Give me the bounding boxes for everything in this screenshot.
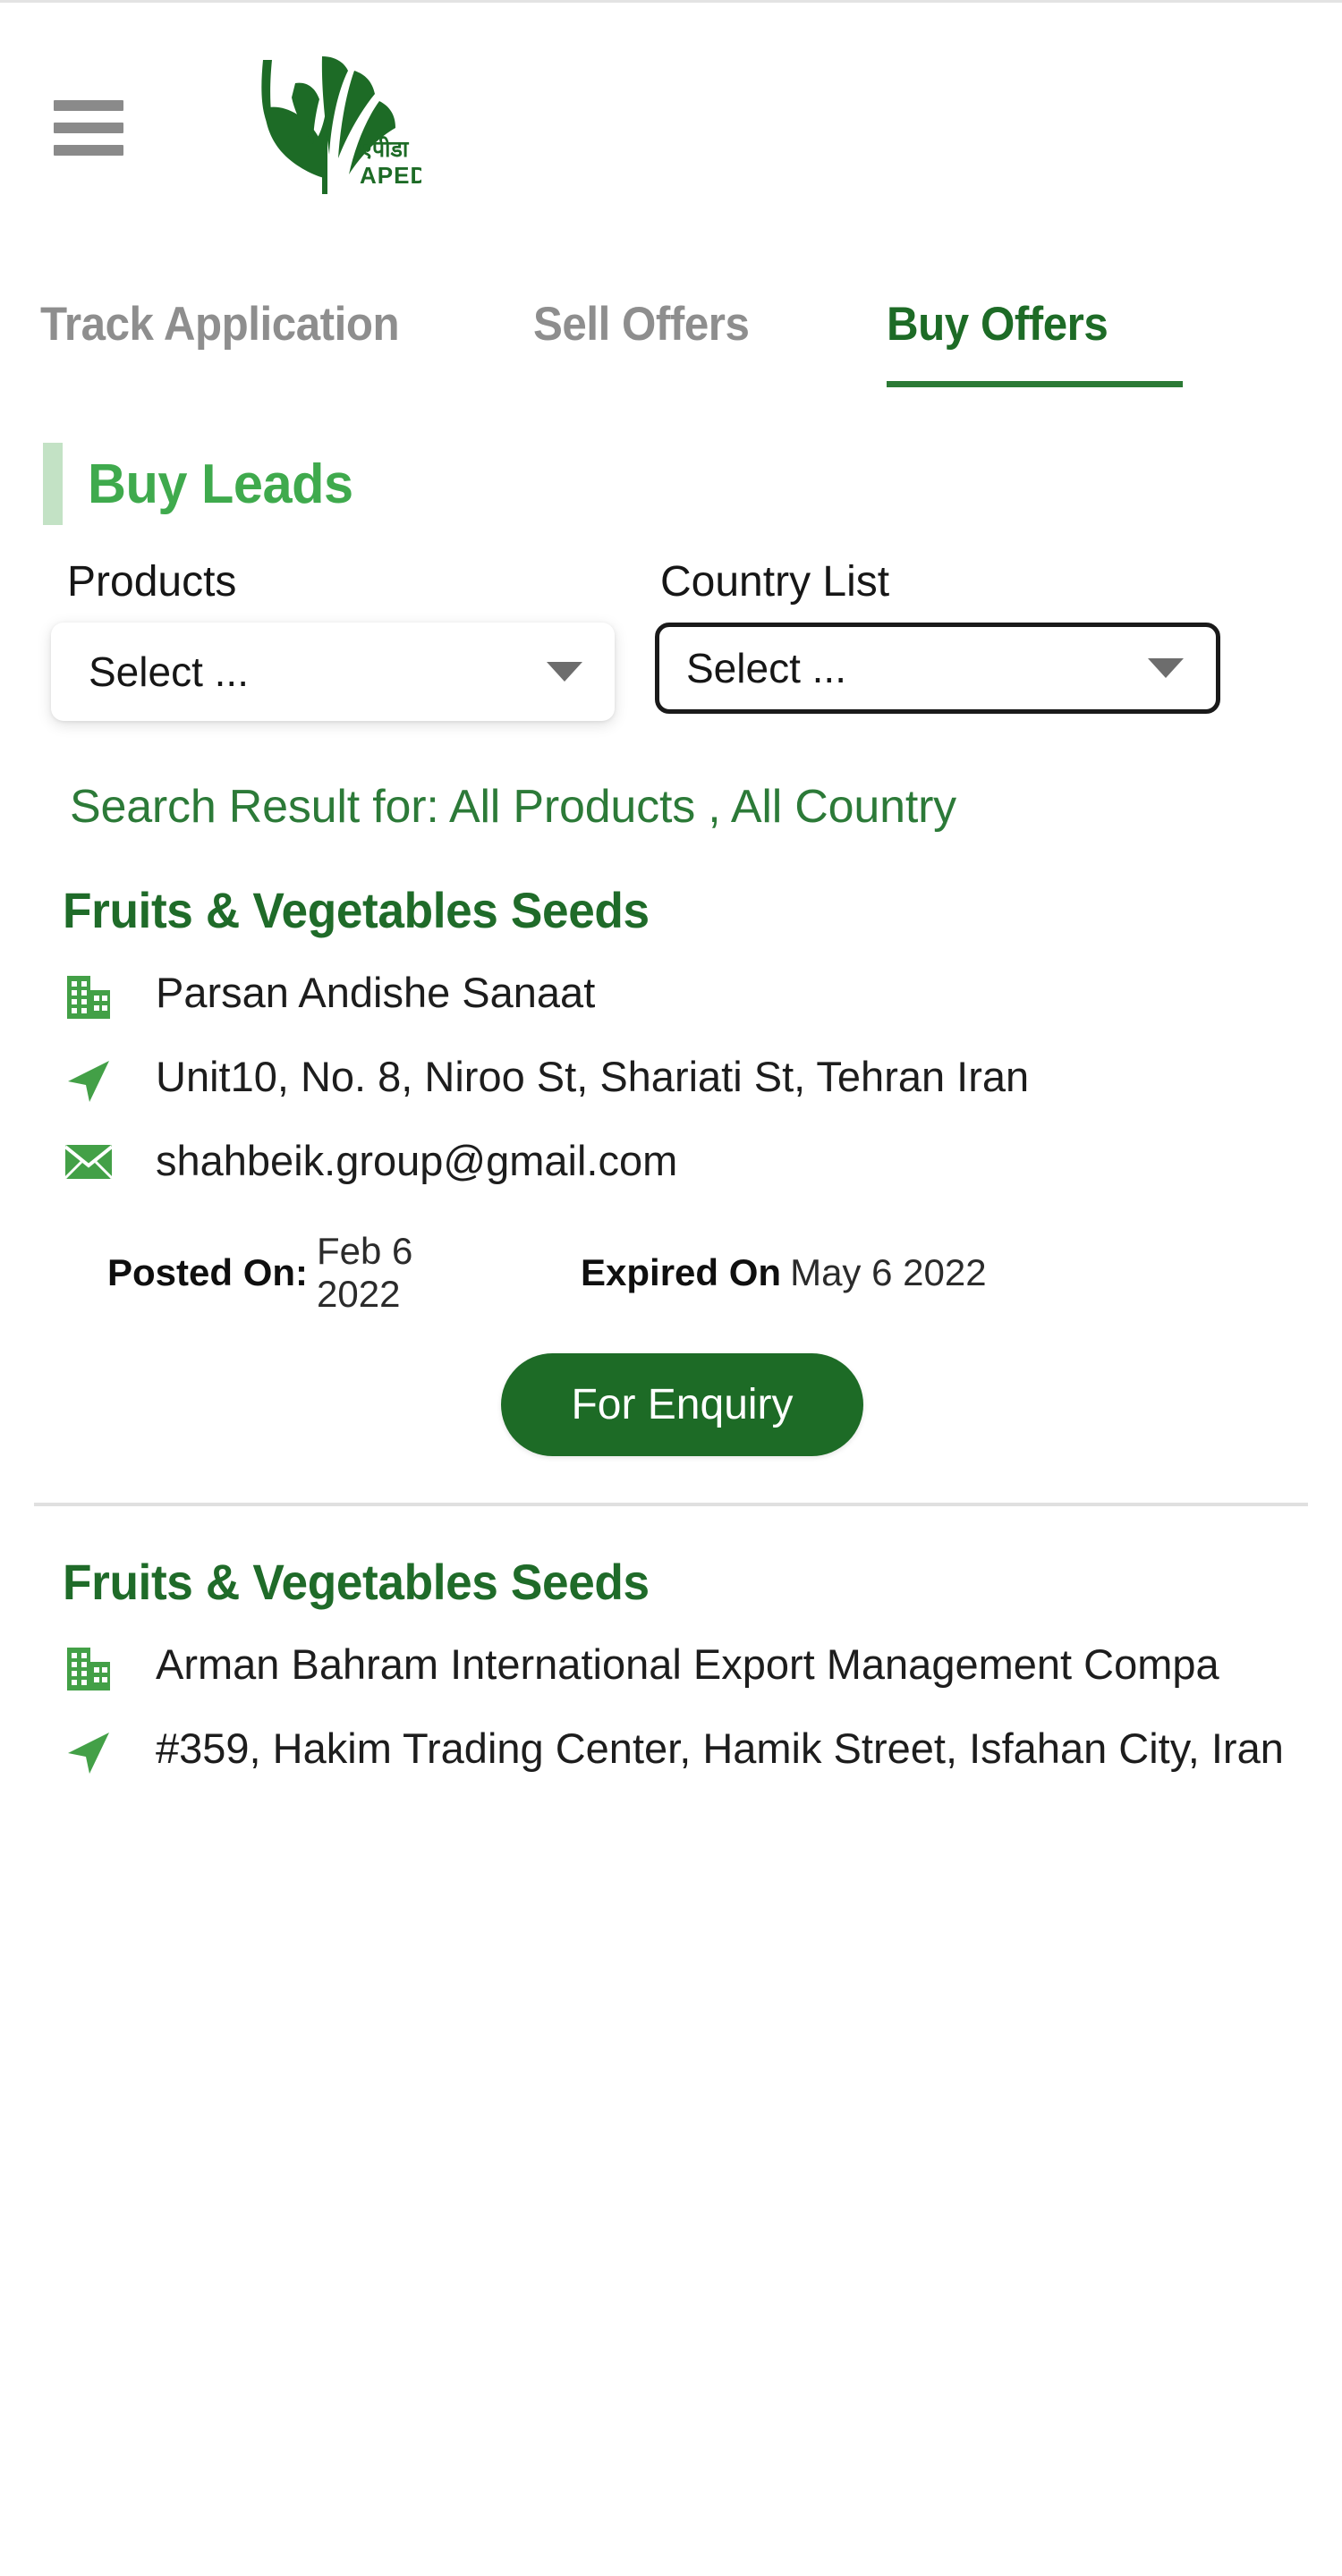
products-select-value: Select ... xyxy=(89,648,249,695)
accent-bar xyxy=(43,443,63,525)
posted-on-value: Feb 6 2022 xyxy=(317,1229,413,1315)
listing-dates: Posted On: Feb 6 2022 Expired On May 6 2… xyxy=(63,1230,1302,1317)
hamburger-line xyxy=(54,144,123,156)
listing-product-title: Fruits & Vegetables Seeds xyxy=(63,1554,650,1611)
building-icon xyxy=(63,966,131,1023)
listing-product-title: Fruits & Vegetables Seeds xyxy=(63,882,650,939)
expired-on-value: May 6 2022 xyxy=(790,1250,987,1293)
primary-tabs: Track Application Sell Offers Buy Offers xyxy=(0,240,1342,387)
listing-company-name: Arman Bahram International Export Manage… xyxy=(156,1640,1219,1689)
country-select-value: Select ... xyxy=(686,645,846,691)
listing-company-name: Parsan Andishe Sanaat xyxy=(156,969,596,1017)
filter-bar: Products Select ... Country List Select … xyxy=(0,557,1342,721)
buy-offers-page: एपीडा APEDA Track Application Sell Offer… xyxy=(0,0,1342,2576)
app-header: एपीडा APEDA xyxy=(0,3,1342,240)
country-label: Country List xyxy=(660,558,890,606)
products-label: Products xyxy=(67,558,237,606)
chevron-down-icon xyxy=(547,662,582,682)
listing-company-row: Parsan Andishe Sanaat xyxy=(63,966,1302,1023)
location-arrow-icon xyxy=(63,1722,131,1779)
section-header: Buy Leads xyxy=(0,443,1342,525)
listing-address: Unit10, No. 8, Niroo St, Shariati St, Te… xyxy=(156,1053,1030,1101)
products-select[interactable]: Select ... xyxy=(51,623,615,721)
listing-address-row: #359, Hakim Trading Center, Hamik Street… xyxy=(63,1722,1302,1779)
listing-email[interactable]: shahbeik.group@gmail.com xyxy=(131,1134,677,1188)
apeda-leaf-logo[interactable]: एपीडा APEDA xyxy=(222,39,428,209)
search-result-text: Search Result for: All Products , All Co… xyxy=(70,781,956,833)
enquiry-row: For Enquiry xyxy=(63,1353,1302,1457)
expired-on-label: Expired On xyxy=(581,1250,782,1293)
hamburger-line xyxy=(54,122,123,133)
list-item: Fruits & Vegetables Seeds Arman Bahram I… xyxy=(0,1553,1342,1779)
svg-text:APEDA: APEDA xyxy=(360,162,421,189)
svg-text:एपीडा: एपीडा xyxy=(359,136,410,162)
listing-email-row: shahbeik.group@gmail.com xyxy=(63,1134,1302,1188)
tab-track-application[interactable]: Track Application xyxy=(40,297,400,387)
page-title: Buy Leads xyxy=(88,453,353,515)
chevron-down-icon xyxy=(1148,658,1184,678)
hamburger-menu-icon[interactable] xyxy=(54,99,123,156)
location-arrow-icon xyxy=(63,1050,131,1107)
hamburger-line xyxy=(54,99,123,111)
posted-on-label: Posted On: xyxy=(107,1250,309,1293)
listing-address: #359, Hakim Trading Center, Hamik Street… xyxy=(156,1724,1284,1773)
list-item: Fruits & Vegetables Seeds Parsan Andishe… xyxy=(0,881,1342,1457)
tab-buy-offers[interactable]: Buy Offers xyxy=(886,297,1183,387)
listing-divider xyxy=(34,1503,1308,1507)
country-filter: Country List Select ... xyxy=(644,557,1253,714)
listing-address-row: Unit10, No. 8, Niroo St, Shariati St, Te… xyxy=(63,1050,1302,1107)
building-icon xyxy=(63,1638,131,1695)
listing-company-row: Arman Bahram International Export Manage… xyxy=(63,1638,1302,1695)
tab-sell-offers[interactable]: Sell Offers xyxy=(533,297,750,387)
for-enquiry-button[interactable]: For Enquiry xyxy=(501,1353,863,1457)
products-filter: Products Select ... xyxy=(40,557,631,721)
country-select[interactable]: Select ... xyxy=(655,623,1220,714)
envelope-icon xyxy=(63,1134,131,1184)
